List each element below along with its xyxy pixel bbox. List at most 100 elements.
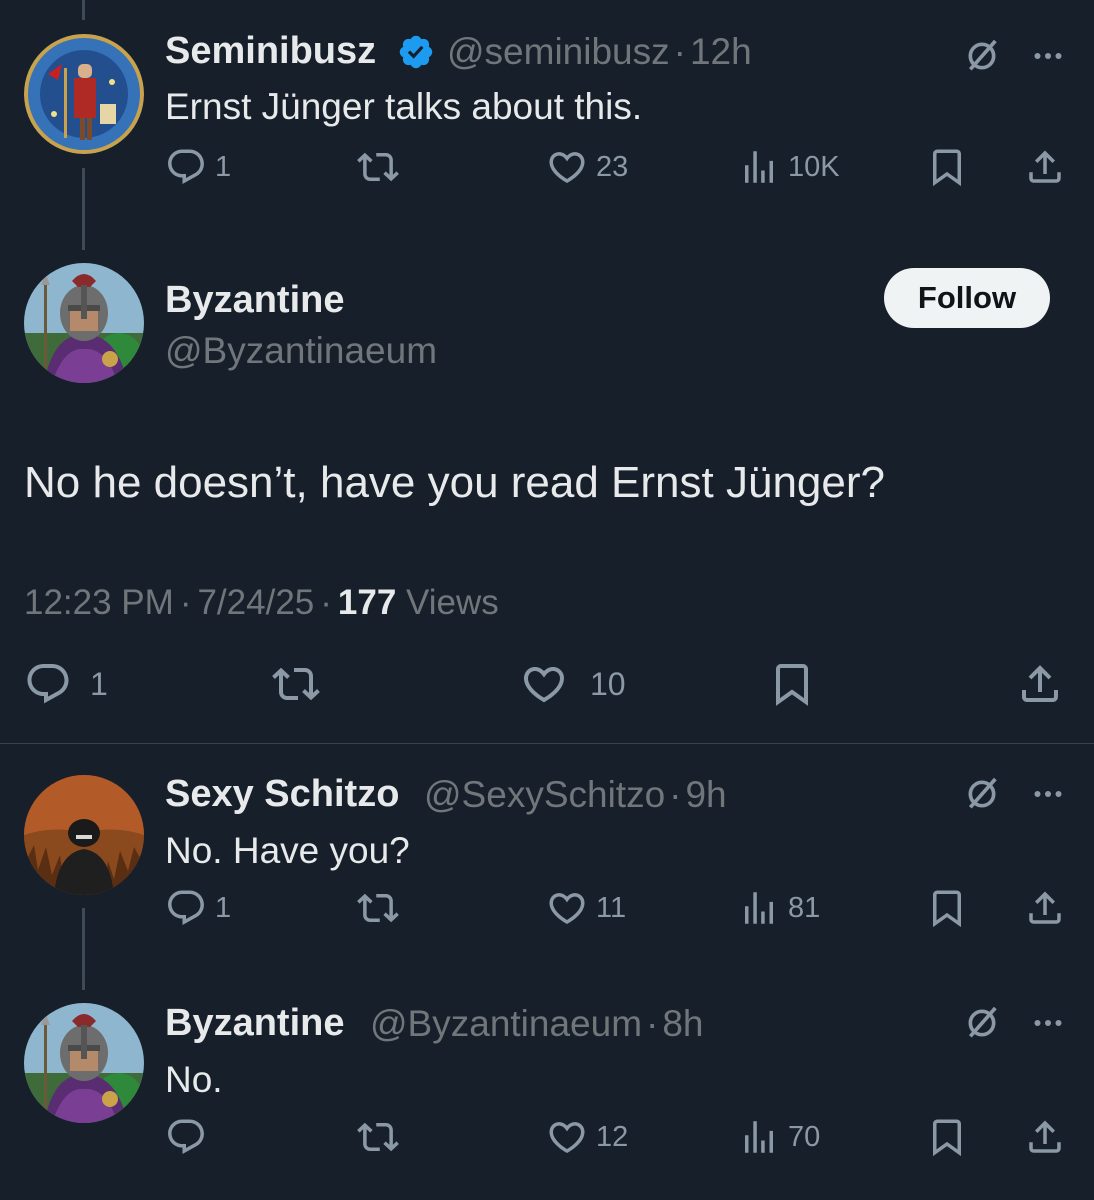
author-meta: @seminibusz · 12h (447, 31, 752, 73)
views-label: Views (406, 583, 499, 622)
bookmark-icon (926, 887, 968, 929)
view-count: 70 (788, 1120, 821, 1153)
timestamp[interactable]: 9h (685, 774, 726, 815)
avatar[interactable] (24, 34, 144, 154)
like-button[interactable]: 10 (520, 660, 626, 708)
grok-icon[interactable] (962, 774, 1002, 819)
tweet-text: No. Have you? (165, 830, 410, 871)
retweet-button[interactable] (272, 660, 320, 708)
like-count: 23 (596, 150, 629, 183)
reply-button[interactable]: 1 (24, 660, 108, 708)
reply-icon (165, 887, 207, 929)
more-icon[interactable] (1030, 1005, 1066, 1046)
views-button[interactable]: 81 (738, 887, 820, 929)
action-bar: 1 11 81 (0, 887, 1094, 947)
like-icon (520, 660, 568, 708)
reply-count: 1 (90, 665, 108, 702)
reply-icon (24, 660, 72, 708)
separator: · (179, 583, 192, 622)
share-button[interactable] (1016, 660, 1064, 708)
separator: · (673, 31, 686, 72)
bookmark-icon (768, 660, 816, 708)
more-icon[interactable] (1030, 38, 1066, 79)
like-count: 12 (596, 1120, 629, 1153)
retweet-icon (357, 146, 399, 188)
author-name[interactable]: Seminibusz (165, 30, 376, 73)
author-meta: @Byzantinaeum · 8h (370, 1003, 704, 1045)
action-bar: 1 10 (0, 660, 1094, 720)
tweet-meta: 12:23 PM · 7/24/25 · 177 Views (24, 583, 499, 623)
like-icon (546, 146, 588, 188)
share-button[interactable] (1024, 1116, 1066, 1158)
avatar[interactable] (24, 775, 144, 895)
author-handle[interactable]: @SexySchitzo (424, 774, 665, 815)
bookmark-icon (926, 146, 968, 188)
reply-button[interactable]: 1 (165, 887, 231, 929)
bookmark-button[interactable] (926, 1116, 968, 1158)
retweet-icon (357, 887, 399, 929)
views-icon (738, 887, 780, 929)
bookmark-button[interactable] (768, 660, 816, 708)
views-button[interactable]: 70 (738, 1116, 820, 1158)
timestamp[interactable]: 12h (690, 31, 752, 72)
share-button[interactable] (1024, 146, 1066, 188)
tweet-text: No he doesn’t, have you read Ernst Jünge… (24, 458, 885, 507)
bookmark-button[interactable] (926, 887, 968, 929)
author-handle[interactable]: @Byzantinaeum (165, 330, 437, 372)
separator: · (320, 583, 332, 622)
divider (0, 743, 1094, 744)
tweet-text: Ernst Jünger talks about this. (165, 86, 643, 127)
views-button[interactable]: 10K (738, 146, 840, 188)
verified-badge-icon (397, 33, 435, 76)
author-handle[interactable]: @seminibusz (447, 31, 670, 72)
share-icon (1016, 660, 1064, 708)
author-handle[interactable]: @Byzantinaeum (370, 1003, 642, 1044)
avatar[interactable] (24, 263, 144, 383)
grok-icon[interactable] (962, 36, 1002, 81)
timestamp[interactable]: 8h (662, 1003, 703, 1044)
grok-icon[interactable] (962, 1003, 1002, 1048)
retweet-icon (272, 660, 320, 708)
reply-icon (165, 146, 207, 188)
retweet-button[interactable] (357, 887, 399, 929)
author-name[interactable]: Sexy Schitzo (165, 773, 399, 816)
author-name[interactable]: Byzantine (165, 1002, 344, 1045)
more-icon[interactable] (1030, 776, 1066, 817)
post-time[interactable]: 12:23 PM (24, 583, 174, 622)
reply-button[interactable] (165, 1116, 207, 1158)
like-button[interactable]: 11 (546, 887, 626, 929)
like-button[interactable]: 23 (546, 146, 628, 188)
post-date[interactable]: 7/24/25 (197, 583, 314, 622)
views-icon (738, 146, 780, 188)
like-icon (546, 1116, 588, 1158)
author-name[interactable]: Byzantine (165, 279, 344, 322)
reply-count: 1 (215, 150, 232, 183)
like-button[interactable]: 12 (546, 1116, 628, 1158)
reply-button[interactable]: 1 (165, 146, 231, 188)
reply-icon (165, 1116, 207, 1158)
retweet-button[interactable] (357, 1116, 399, 1158)
share-button[interactable] (1024, 887, 1066, 929)
retweet-icon (357, 1116, 399, 1158)
like-count: 10 (590, 665, 626, 702)
retweet-button[interactable] (357, 146, 399, 188)
action-bar: 1 23 10K (0, 146, 1094, 206)
view-count: 10K (788, 150, 840, 183)
author-meta: @SexySchitzo · 9h (424, 774, 727, 816)
views-icon (738, 1116, 780, 1158)
share-icon (1024, 1116, 1066, 1158)
separator: · (669, 774, 682, 815)
view-count: 81 (788, 891, 821, 924)
bookmark-icon (926, 1116, 968, 1158)
avatar[interactable] (24, 1003, 144, 1123)
views-count: 177 (337, 583, 397, 622)
like-icon (546, 887, 588, 929)
bookmark-button[interactable] (926, 146, 968, 188)
action-bar: 12 70 (0, 1116, 1094, 1176)
thread-line-top (82, 0, 85, 20)
tweet-text: No. (165, 1059, 223, 1100)
share-icon (1024, 146, 1066, 188)
follow-button[interactable]: Follow (884, 268, 1050, 328)
like-count: 11 (596, 891, 627, 924)
separator: · (646, 1003, 659, 1044)
